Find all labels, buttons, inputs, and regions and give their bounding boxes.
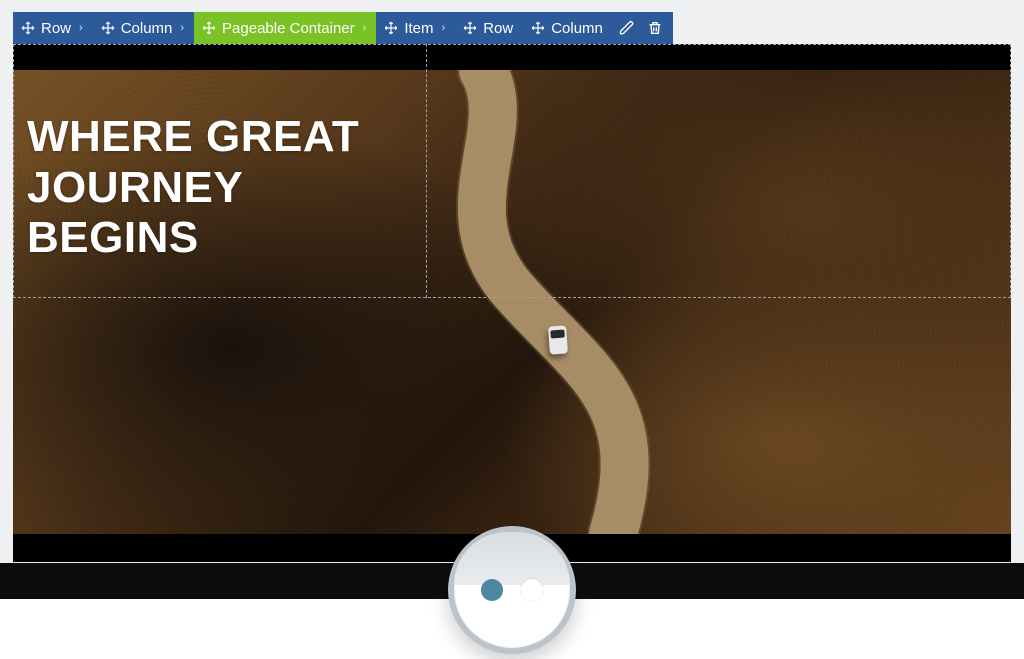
breadcrumb-column[interactable]: Column › — [93, 12, 194, 44]
pager-dot-1[interactable] — [481, 579, 503, 601]
hero-line-3: BEGINS — [27, 213, 359, 264]
move-icon — [531, 21, 545, 35]
hero-line-1: WHERE GREAT — [27, 112, 359, 163]
pager-dot-2[interactable] — [521, 579, 543, 601]
chevron-right-icon: › — [79, 22, 83, 34]
breadcrumb: Row › Column › Pageable Container › Item… — [13, 12, 673, 44]
move-icon — [101, 21, 115, 35]
breadcrumb-item[interactable]: Item › — [376, 12, 455, 44]
breadcrumb-row[interactable]: Row › — [13, 12, 93, 44]
move-icon — [463, 21, 477, 35]
breadcrumb-label: Column — [551, 20, 603, 37]
move-icon — [384, 21, 398, 35]
car-graphic — [548, 325, 568, 354]
breadcrumb-row-2[interactable]: Row — [455, 12, 523, 44]
breadcrumb-label: Column — [121, 20, 173, 37]
move-icon — [21, 21, 35, 35]
breadcrumb-actions — [609, 12, 673, 44]
breadcrumb-label: Row — [41, 20, 71, 37]
chevron-right-icon: › — [442, 22, 446, 34]
chevron-right-icon: › — [363, 22, 367, 34]
chevron-right-icon: › — [180, 22, 184, 34]
trash-icon[interactable] — [647, 20, 663, 36]
breadcrumb-label: Item — [404, 20, 433, 37]
hero-heading[interactable]: WHERE GREAT JOURNEY BEGINS — [27, 112, 359, 264]
hero-line-2: JOURNEY — [27, 163, 359, 214]
edit-icon[interactable] — [619, 20, 635, 36]
editor-canvas[interactable]: WHERE GREAT JOURNEY BEGINS — [13, 44, 1011, 562]
breadcrumb-label: Pageable Container — [222, 20, 355, 37]
breadcrumb-pageable-container[interactable]: Pageable Container › — [194, 12, 376, 44]
move-icon — [202, 21, 216, 35]
magnifier — [448, 526, 576, 654]
breadcrumb-label: Row — [483, 20, 513, 37]
breadcrumb-column-2[interactable]: Column — [523, 12, 609, 44]
